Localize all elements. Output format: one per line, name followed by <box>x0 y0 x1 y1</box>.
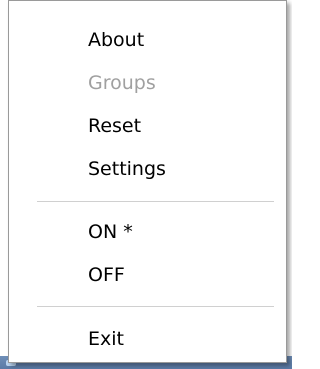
screen: About Groups Reset Settings ON * OFF Exi… <box>0 0 292 369</box>
context-menu: About Groups Reset Settings ON * OFF Exi… <box>8 0 287 363</box>
menu-item-on[interactable]: ON * <box>9 212 286 252</box>
menu-item-settings[interactable]: Settings <box>9 149 286 189</box>
menu-item-groups: Groups <box>88 72 156 94</box>
menu-separator <box>37 201 274 203</box>
menu-item-reset[interactable]: Reset <box>9 106 286 146</box>
menu-item-exit[interactable]: Exit <box>9 319 286 359</box>
menu-item-about[interactable]: About <box>9 20 286 60</box>
menu-separator <box>37 306 274 308</box>
menu-item-off[interactable]: OFF <box>9 255 286 295</box>
